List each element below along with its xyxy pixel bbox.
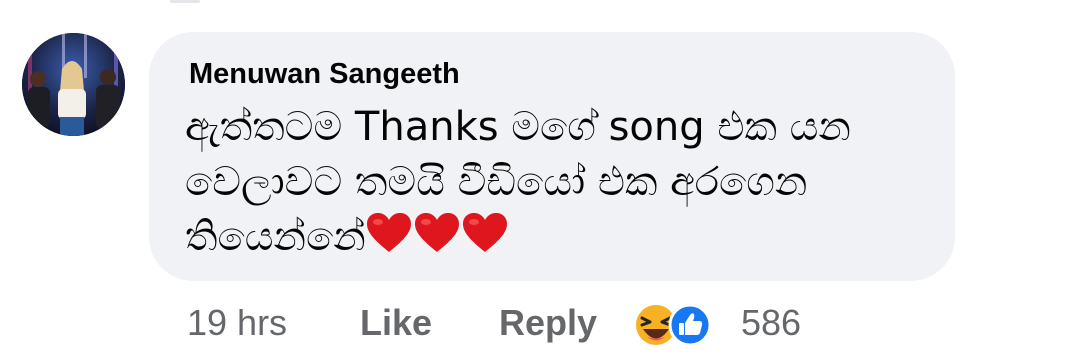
reactions-summary[interactable]	[632, 302, 722, 348]
heart-icon	[366, 213, 411, 252]
comment-line-1: ඇත්තටම Thanks මගේ song එක යන	[185, 104, 851, 150]
comment-line-3-text: තියෙන්නේ	[185, 214, 366, 260]
heart-icon	[462, 213, 507, 252]
reply-button[interactable]: Reply	[499, 300, 597, 346]
reaction-count[interactable]: 586	[741, 300, 801, 346]
comment-line-2: වෙලාවට තමයි වීඩියෝ එක අරගෙන	[185, 159, 808, 205]
avatar[interactable]	[22, 33, 125, 136]
heart-emoji-group	[366, 212, 508, 254]
comment-container: Menuwan Sangeeth ඇත්තටම Thanks මගේ song …	[0, 0, 1080, 363]
heart-icon	[414, 213, 459, 252]
timestamp[interactable]: 19 hrs	[187, 300, 287, 346]
comment-actions: 19 hrs Like Reply 586	[0, 300, 1080, 350]
comment-text: ඇත්තටම Thanks මගේ song එක යන වෙලාවට තමයි…	[185, 100, 925, 265]
author-name[interactable]: Menuwan Sangeeth	[189, 58, 460, 91]
like-button[interactable]: Like	[360, 300, 432, 346]
comment-line-3: තියෙන්නේ	[185, 210, 925, 265]
divider	[170, 0, 200, 3]
like-icon	[668, 303, 712, 347]
comment-bubble: Menuwan Sangeeth ඇත්තටම Thanks මගේ song …	[149, 32, 955, 281]
